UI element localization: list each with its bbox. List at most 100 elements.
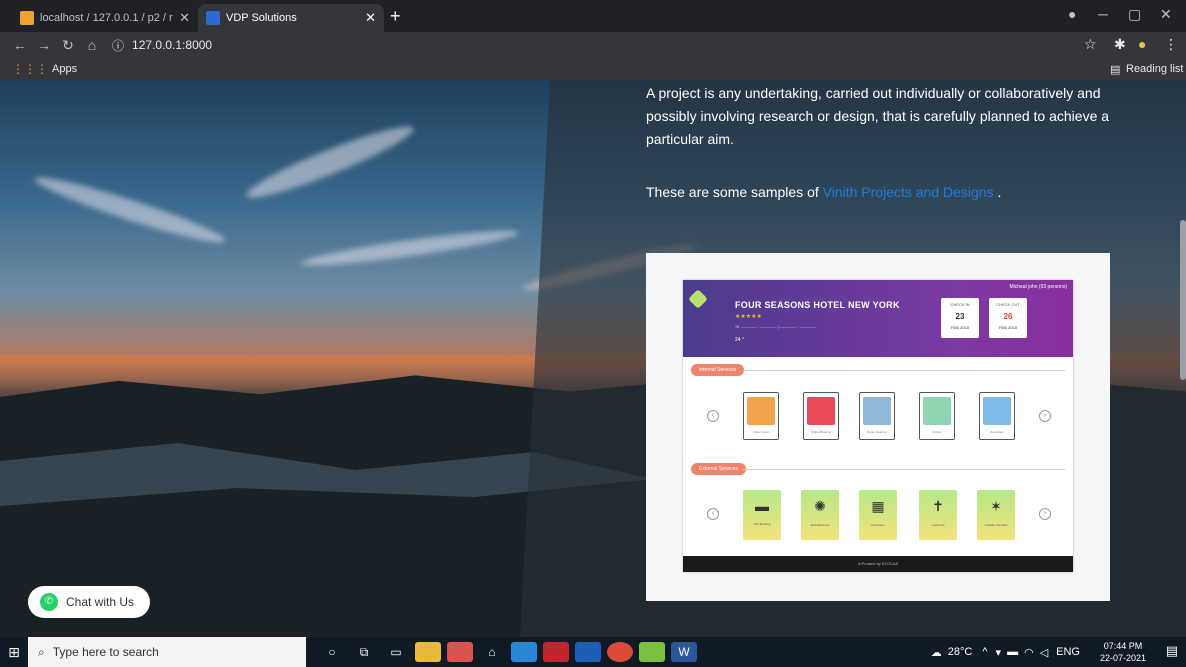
taskbar-search[interactable]: ⌕ Type here to search	[28, 637, 306, 667]
reading-list-button[interactable]: Reading list	[1126, 63, 1183, 75]
checkin-card: CHECK IN 23 FEB 2018	[941, 298, 979, 338]
search-placeholder: Type here to search	[52, 645, 159, 659]
tab-vdp-solutions[interactable]: VDP Solutions ✕	[198, 4, 384, 32]
order-food-icon	[747, 397, 775, 425]
chat-with-us-button[interactable]: ✆ Chat with Us	[28, 586, 150, 618]
vdp-favicon-icon	[206, 11, 220, 25]
service-card: ▦ Excursion	[859, 490, 897, 540]
service-label: Drinks	[932, 430, 942, 434]
maximize-button[interactable]: ▢	[1128, 6, 1141, 23]
samples-prefix: These are some samples of	[646, 184, 819, 200]
chevron-up-icon[interactable]: ^	[982, 646, 987, 658]
task-view-icon[interactable]: ⧉	[351, 642, 377, 662]
intro-text: A project is any undertaking, carried ou…	[646, 82, 1116, 204]
star-rating: ★★★★★	[735, 314, 762, 320]
search-icon: ⌕	[38, 644, 45, 659]
tab-title: VDP Solutions	[226, 12, 297, 24]
background-photo	[31, 169, 229, 251]
temperature: 24 °	[735, 337, 744, 343]
projects-link[interactable]: Vinith Projects and Designs	[823, 184, 994, 200]
service-label: Local tour	[931, 523, 945, 527]
background-photo	[299, 224, 521, 272]
service-card: Order Food	[743, 392, 779, 440]
service-label: Order Food	[753, 430, 769, 434]
chevron-right-icon: ›	[1039, 410, 1051, 422]
service-card: ✝ Local tour	[919, 490, 957, 540]
hotel-logo-icon	[688, 289, 708, 309]
clock-time: 07:44 PM	[1103, 641, 1143, 651]
new-tab-button[interactable]: +	[390, 6, 401, 27]
info-icon[interactable]: ⓘ	[112, 37, 124, 54]
minimize-button[interactable]: ─	[1098, 6, 1108, 22]
tab-localhost[interactable]: localhost / 127.0.0.1 / p2 / review ✕	[12, 4, 198, 32]
external-services-label: External Services	[691, 463, 746, 475]
divider	[743, 370, 1065, 371]
home-icon[interactable]: ⌂	[80, 37, 104, 53]
tab-title: localhost / 127.0.0.1 / p2 / review	[40, 12, 173, 24]
apps-icon[interactable]: ⋮⋮⋮	[12, 62, 48, 76]
star-icon[interactable]: ☆	[1084, 36, 1097, 53]
service-card: Room cleaning	[859, 392, 895, 440]
chevron-left-icon: ‹	[707, 508, 719, 520]
weather-icon[interactable]: ☁	[931, 646, 942, 659]
battery-icon[interactable]: ▬	[1007, 646, 1018, 658]
network-icon[interactable]: ▾	[996, 646, 1002, 659]
language-indicator[interactable]: ENG	[1056, 646, 1080, 658]
wifi-icon[interactable]: ◠	[1024, 646, 1034, 659]
checkin-month: FEB 2018	[951, 325, 969, 330]
mcafee-icon[interactable]	[543, 642, 569, 662]
service-label: Room cleaning	[866, 430, 887, 434]
samples-line: These are some samples of Vinith Project…	[646, 181, 1116, 204]
extensions-icon[interactable]: ✱	[1114, 36, 1126, 53]
checkout-month: FEB 2018	[999, 325, 1017, 330]
weather-temp[interactable]: 28°C	[948, 646, 973, 658]
menu-icon[interactable]: ⋮	[1164, 36, 1178, 53]
bookmarks-bar: ⋮⋮⋮ Apps ▤ Reading list	[0, 58, 1186, 80]
windows-taskbar: ⊞ ⌕ Type here to search ○ ⧉ ▭ ⌂ W ☁ 28°C…	[0, 637, 1186, 667]
amenities-icon	[983, 397, 1011, 425]
close-icon[interactable]: ✕	[365, 10, 376, 26]
project-definition: A project is any undertaking, carried ou…	[646, 85, 1110, 147]
cortana-icon[interactable]: ○	[319, 642, 345, 662]
app-icon[interactable]	[575, 642, 601, 662]
file-explorer-icon[interactable]	[415, 642, 441, 662]
forward-icon[interactable]: →	[32, 37, 56, 53]
drinks-icon	[923, 397, 951, 425]
taxi-icon: ▬	[755, 498, 769, 514]
start-button[interactable]: ⊞	[0, 637, 28, 667]
apps-bookmark[interactable]: Apps	[52, 63, 77, 75]
checkout-day: 26	[1003, 312, 1013, 321]
mockup-footer: A Product by ECOLAA	[683, 556, 1073, 572]
profile-icon[interactable]: ●	[1068, 6, 1076, 22]
excursion-icon: ▦	[871, 498, 885, 514]
close-window-button[interactable]: ✕	[1160, 6, 1172, 23]
avatar[interactable]: ●	[1138, 36, 1146, 52]
notification-icon[interactable]: ▤	[1166, 643, 1178, 659]
mail-icon[interactable]	[511, 642, 537, 662]
service-label: Taxi Booking	[753, 522, 771, 526]
back-icon[interactable]: ←	[8, 37, 32, 53]
project-preview-image[interactable]: Micheal john (03 persons) FOUR SEASONS H…	[646, 253, 1110, 601]
app-icon[interactable]	[447, 642, 473, 662]
background-photo	[242, 117, 418, 207]
desktop-icon[interactable]: ▭	[383, 642, 409, 662]
clock-date: 22-07-2021	[1099, 653, 1147, 663]
service-label: Online Booking	[810, 430, 832, 434]
close-icon[interactable]: ✕	[179, 10, 190, 26]
address-bar[interactable]: ⓘ 127.0.0.1:8000	[112, 34, 1112, 56]
ferris-wheel-icon: ✺	[814, 498, 826, 514]
taskbar-clock[interactable]: 07:44 PM 22-07-2021	[1096, 640, 1150, 664]
chrome-icon[interactable]	[607, 642, 633, 662]
word-icon[interactable]: W	[671, 642, 697, 662]
divider	[743, 469, 1065, 470]
volume-icon[interactable]: ◁	[1040, 646, 1048, 659]
chat-label: Chat with Us	[66, 595, 135, 609]
reload-icon[interactable]: ↻	[56, 37, 80, 54]
page-scrollbar[interactable]	[1180, 220, 1186, 380]
app-icon[interactable]	[639, 642, 665, 662]
url-text[interactable]: 127.0.0.1:8000	[132, 38, 212, 52]
reading-list-icon[interactable]: ▤	[1110, 63, 1120, 76]
people-icon: ✶	[990, 498, 1002, 514]
service-card: ▬ Taxi Booking	[743, 490, 781, 540]
store-icon[interactable]: ⌂	[479, 642, 505, 662]
